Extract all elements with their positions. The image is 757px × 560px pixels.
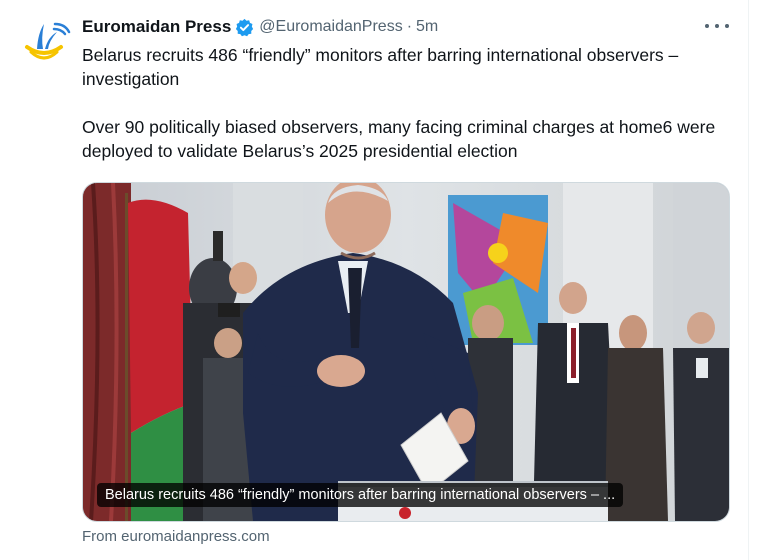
news-photo [83, 183, 729, 521]
timestamp[interactable]: 5m [416, 18, 438, 36]
separator-dot: · [406, 18, 413, 35]
link-card-image[interactable]: Belarus recruits 486 “friendly” monitors… [82, 182, 730, 522]
author-handle[interactable]: @EuromaidanPress [259, 18, 402, 36]
tweet-header: Euromaidan Press @EuromaidanPress · 5m [82, 16, 438, 38]
more-options-icon[interactable] [705, 18, 729, 34]
author-name[interactable]: Euromaidan Press [82, 17, 231, 37]
link-card-title[interactable]: Belarus recruits 486 “friendly” monitors… [97, 483, 624, 507]
column-divider [748, 0, 749, 560]
verified-badge-icon [235, 18, 254, 37]
tweet[interactable]: Euromaidan Press @EuromaidanPress · 5m B… [0, 0, 757, 560]
link-source[interactable]: From euromaidanpress.com [82, 528, 270, 545]
tweet-text: Belarus recruits 486 “friendly” monitors… [82, 45, 716, 161]
avatar[interactable] [17, 14, 71, 68]
euromaidan-press-logo-icon [25, 22, 71, 60]
